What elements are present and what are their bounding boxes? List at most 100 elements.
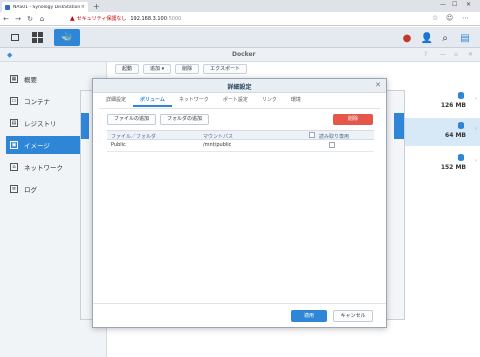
readonly-checkbox[interactable] — [329, 142, 335, 148]
docker-taskbar-button[interactable]: 🐳 — [54, 29, 80, 46]
folder-cell: Public — [111, 142, 126, 148]
window-maximize-icon[interactable]: ▫ — [454, 51, 458, 58]
notification-icon[interactable]: ● — [400, 31, 414, 45]
desktop-icon — [11, 34, 19, 41]
add-file-button[interactable]: ファイルの追加 — [107, 114, 157, 125]
sidebar-item-label: ネットワーク — [24, 164, 63, 172]
image-icon: ▣ — [10, 141, 18, 149]
column-header-mount-path[interactable]: マウントパス — [203, 133, 233, 140]
sidebar-item-label: イメージ — [24, 142, 50, 150]
tab-network[interactable]: ネットワーク — [172, 94, 216, 107]
window-minimize-icon[interactable]: — — [440, 51, 446, 58]
image-size: 64 MB — [445, 132, 466, 139]
list-item[interactable]: 64 MB › — [400, 118, 480, 146]
database-icon — [458, 154, 464, 161]
wizard-accent-right — [394, 113, 404, 139]
warning-icon: ▲ — [70, 15, 75, 22]
tab-port-settings[interactable]: ポート設定 — [216, 94, 255, 107]
chevron-right-icon: › — [475, 158, 477, 164]
overview-icon: ▦ — [10, 75, 18, 83]
list-item[interactable]: 152 MB › — [400, 150, 480, 178]
home-icon[interactable]: ⌂ — [36, 15, 48, 23]
chevron-right-icon: › — [475, 126, 477, 132]
add-folder-button[interactable]: フォルダの追加 — [160, 114, 210, 125]
tab-title: NAS01 - Synology DiskStation — [13, 4, 81, 10]
log-icon: ≡ — [10, 185, 18, 193]
image-size: 126 MB — [440, 102, 466, 109]
database-icon — [458, 92, 464, 99]
address-bar: ← → ↻ ⌂ ▲ セキュリティ保護なし 192.168.3.100 :5000… — [0, 12, 480, 26]
browser-tab[interactable]: NAS01 - Synology DiskStation × — [2, 2, 88, 12]
tab-volume[interactable]: ボリューム — [133, 94, 172, 107]
export-button[interactable]: エクスポート — [203, 64, 247, 74]
chevron-right-icon: › — [475, 96, 477, 102]
dialog-tabs: 詳細設定 ボリューム ネットワーク ポート設定 リンク 環境 — [99, 94, 308, 107]
main-menu-button[interactable] — [26, 29, 48, 46]
browser-tab-bar: NAS01 - Synology DiskStation × + — ☐ ✕ — [0, 0, 480, 12]
url-port: :5000 — [166, 15, 182, 22]
table-row[interactable]: Public /mnt/public — [107, 140, 374, 152]
sidebar-item-label: 概要 — [24, 76, 37, 84]
registry-icon: ▤ — [10, 119, 18, 127]
url-host: 192.168.3.100 — [130, 15, 167, 22]
forward-icon[interactable]: → — [12, 15, 24, 23]
delete-button[interactable]: 削除 — [175, 64, 200, 74]
image-size: 152 MB — [440, 164, 466, 171]
back-icon[interactable]: ← — [0, 15, 12, 23]
main-menu-grid-icon — [31, 32, 43, 43]
show-desktop-button[interactable] — [4, 29, 26, 46]
network-icon: ⌂ — [10, 163, 18, 171]
new-tab-button[interactable]: + — [93, 2, 100, 11]
docker-window-title: Docker — [232, 51, 256, 58]
container-icon: ▭ — [10, 97, 18, 105]
reload-icon[interactable]: ↻ — [24, 15, 36, 23]
tab-environment[interactable]: 環境 — [284, 94, 308, 107]
window-close-icon[interactable]: ✕ — [466, 1, 471, 8]
docker-window-titlebar: ◆ Docker ? — ▫ ✕ — [0, 48, 480, 62]
dialog-titlebar: 詳細設定 ✕ — [93, 79, 386, 93]
launch-button[interactable]: 起動 — [115, 64, 140, 74]
dialog-title: 詳細設定 — [227, 84, 252, 91]
apply-button[interactable]: 適用 — [291, 310, 327, 322]
readonly-all-checkbox[interactable] — [309, 132, 315, 138]
tab-advanced[interactable]: 詳細設定 — [99, 94, 133, 107]
maximize-icon[interactable]: ☐ — [452, 1, 457, 8]
add-dropdown-button[interactable]: 追加 ▾ — [143, 64, 172, 74]
image-toolbar: 起動 追加 ▾ 削除 エクスポート — [115, 64, 247, 74]
dsm-taskbar: 🐳 ● 👤 ⌕ ▤ — [0, 27, 480, 48]
advanced-settings-dialog: 詳細設定 ✕ 詳細設定 ボリューム ネットワーク ポート設定 リンク 環境 ファ… — [92, 78, 387, 328]
url-field[interactable]: ▲ セキュリティ保護なし 192.168.3.100 :5000 — [70, 15, 181, 22]
docker-app-icon: ◆ — [7, 51, 13, 59]
dialog-close-icon[interactable]: ✕ — [375, 81, 381, 89]
wizard-accent-left — [81, 113, 89, 139]
database-icon — [458, 122, 464, 129]
volume-actions: ファイルの追加 フォルダの追加 — [107, 114, 210, 125]
user-icon[interactable]: 👤 — [420, 31, 434, 45]
browser-menu-icon[interactable]: ⋯ — [462, 14, 469, 22]
table-header: ファイル／フォルダ マウントパス 読み取り専用 — [107, 130, 374, 140]
profile-icon[interactable]: ☺ — [446, 14, 453, 22]
tab-close-icon[interactable]: × — [81, 4, 85, 10]
favorite-star-icon[interactable]: ☆ — [432, 14, 438, 22]
help-icon[interactable]: ? — [424, 51, 427, 58]
tab-divider — [99, 108, 380, 109]
column-header-folder[interactable]: ファイル／フォルダ — [111, 133, 156, 140]
tab-links[interactable]: リンク — [255, 94, 284, 107]
volume-table: ファイル／フォルダ マウントパス 読み取り専用 Public /mnt/publ… — [107, 130, 374, 152]
widgets-icon[interactable]: ▤ — [458, 31, 472, 45]
sidebar-item-label: レジストリ — [24, 120, 57, 128]
docker-whale-icon: 🐳 — [61, 32, 73, 43]
search-icon[interactable]: ⌕ — [438, 31, 452, 45]
list-item[interactable]: 126 MB › — [400, 88, 480, 116]
delete-volume-button[interactable]: 削除 — [333, 114, 373, 125]
window-close-icon[interactable]: ✕ — [468, 51, 473, 58]
cancel-button[interactable]: キャンセル — [333, 310, 373, 322]
column-header-readonly[interactable]: 読み取り専用 — [319, 133, 349, 140]
sidebar-item-label: コンテナ — [24, 98, 50, 106]
synology-favicon-icon — [5, 4, 10, 10]
sidebar-item-label: ログ — [24, 186, 37, 194]
minimize-icon[interactable]: — — [440, 1, 446, 8]
dialog-footer: 適用 キャンセル — [93, 303, 386, 327]
security-status: セキュリティ保護なし — [76, 16, 127, 22]
mount-path-cell[interactable]: /mnt/public — [203, 142, 231, 148]
